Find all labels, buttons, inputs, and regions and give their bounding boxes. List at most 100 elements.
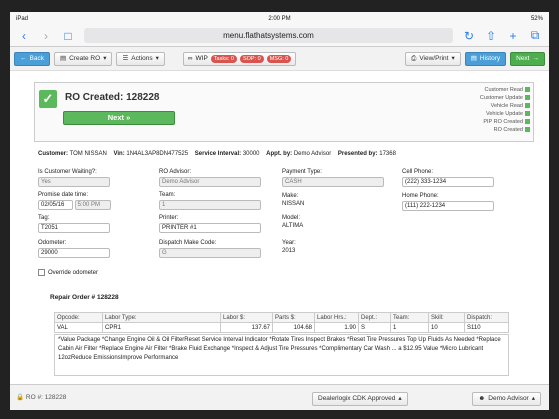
year-value: 2013 xyxy=(282,248,296,254)
override-odometer: Override odometer xyxy=(38,269,98,276)
cell-phone-field: Cell Phone: (222) 333-1234 xyxy=(402,169,494,187)
dispatch-cell: S110 xyxy=(464,322,509,333)
tasks-badge: Tasks: 0 xyxy=(210,54,237,63)
advisor-select[interactable]: Demo Advisor xyxy=(159,177,261,187)
labor-amount-cell: 137.67 xyxy=(220,322,273,333)
advisor-field: RO Advisor: Demo Advisor xyxy=(159,169,261,187)
caret-down-icon: ▾ xyxy=(451,54,455,62)
waiting-field: Is Customer Waiting?: Yes xyxy=(38,169,110,187)
presented-by: 17368 xyxy=(379,151,396,157)
advisor-menu-label: Demo Advisor xyxy=(488,395,529,402)
payment-select[interactable]: CASH xyxy=(282,177,384,187)
actions-label: Actions xyxy=(131,54,153,62)
column-header: Labor Hrs.: xyxy=(314,312,359,323)
forward-arrow-icon[interactable]: › xyxy=(40,29,52,43)
wip-label: WIP xyxy=(195,55,208,62)
app-toolbar: ← Back ▤ Create RO ▾ ☰ Actions ▾ ∞ WIP Tasks:… xyxy=(10,47,549,71)
printer-field: Printer: PRINTER #1 xyxy=(159,215,261,233)
history-button[interactable]: ▤ History xyxy=(464,51,507,66)
actions-button[interactable]: ☰ Actions ▾ xyxy=(116,51,165,66)
bookmarks-icon[interactable]: □ xyxy=(62,29,74,43)
back-button[interactable]: ← Back xyxy=(14,51,50,66)
tag-input[interactable]: T2051 xyxy=(38,223,110,233)
check-icon xyxy=(525,103,530,109)
ro-created-title: RO Created: 128228 xyxy=(65,92,160,103)
override-checkbox[interactable] xyxy=(38,269,45,276)
device-name: iPad xyxy=(16,15,29,22)
arrow-right-icon: → xyxy=(532,54,540,62)
dms-status-button[interactable]: Dealerlogix CDK Approved ▴ xyxy=(312,392,408,406)
next-label: Next xyxy=(516,54,530,62)
team-cell: 1 xyxy=(390,322,429,333)
team-field: Team: 1 xyxy=(159,192,261,210)
advisor-menu-button[interactable]: ☻ Demo Advisor ▴ xyxy=(472,392,541,406)
printer-icon: ⎙ xyxy=(411,54,417,62)
history-label: History xyxy=(479,54,501,62)
make-field: Make: NISSAN xyxy=(282,193,305,207)
check-icon xyxy=(525,119,530,125)
progress-checklist: Customer Read Customer Update Vehicle Re… xyxy=(480,86,530,134)
create-ro-button[interactable]: ▤ Create RO ▾ xyxy=(53,51,113,66)
check-item: PIP RO Created xyxy=(480,118,530,126)
view-print-label: View/Print xyxy=(419,54,449,62)
model-value: ALTIMA xyxy=(282,223,304,229)
ro-created-banner: ✓ RO Created: 128228 Next » Customer Rea… xyxy=(34,82,534,142)
wip-button[interactable]: ∞ WIP Tasks: 0 SOP: 0 MSG: 0 xyxy=(182,51,297,66)
promise-date-input[interactable]: 02/05/16 xyxy=(38,200,73,210)
vin: 1N4AL3AP8DN477525 xyxy=(126,151,189,157)
column-header: Labor Type: xyxy=(102,312,221,323)
check-item: Vehicle Read xyxy=(480,102,530,110)
dms-status-label: Dealerlogix CDK Approved xyxy=(318,395,396,402)
appt-by: Demo Advisor xyxy=(293,151,332,157)
clock: 2:00 PM xyxy=(268,15,291,22)
opcode-cell: VAL xyxy=(54,322,103,333)
check-item: Customer Read xyxy=(480,86,530,94)
share-icon[interactable]: ⇧ xyxy=(485,29,497,43)
url-field[interactable]: menu.flathatsystems.com xyxy=(84,28,453,43)
back-arrow-icon[interactable]: ‹ xyxy=(18,29,30,43)
check-item: Customer Update xyxy=(480,94,530,102)
odometer-input[interactable]: 29000 xyxy=(38,248,110,258)
home-phone-input[interactable]: (111) 222-1234 xyxy=(402,201,494,211)
column-header: Labor $: xyxy=(220,312,273,323)
labor-hours-cell: 1.90 xyxy=(314,322,359,333)
check-item: RO Created xyxy=(480,126,530,134)
promise-time-select[interactable]: 5:00 PM xyxy=(74,200,111,210)
waiting-select[interactable]: Yes xyxy=(38,177,110,187)
cell-phone-input[interactable]: (222) 333-1234 xyxy=(402,177,494,187)
view-print-button[interactable]: ⎙ View/Print ▾ xyxy=(405,51,461,66)
tabs-icon[interactable]: ⧉ xyxy=(529,28,541,43)
home-phone-field: Home Phone: (111) 222-1234 xyxy=(402,193,494,211)
next-button[interactable]: Next → xyxy=(510,51,545,66)
table-row[interactable]: VAL CPR1 137.67 104.68 1.90 S 1 10 S110 xyxy=(54,322,509,333)
team-select[interactable]: 1 xyxy=(159,200,261,210)
reload-icon[interactable]: ↻ xyxy=(463,29,475,43)
link-icon: ∞ xyxy=(187,55,193,62)
browser-toolbar: ‹ › □ menu.flathatsystems.com ↻ ⇧ + ⧉ xyxy=(10,25,549,47)
check-icon xyxy=(525,95,530,101)
column-header: Opcode: xyxy=(54,312,103,323)
service-interval: 30000 xyxy=(242,151,260,157)
odometer-field: Odometer: 29000 xyxy=(38,240,110,258)
lock-icon: 🔒 xyxy=(16,394,25,401)
customer-info-line: Customer: TOM NISSAN Vin: 1N4AL3AP8DN477… xyxy=(38,151,396,157)
printer-input[interactable]: PRINTER #1 xyxy=(159,223,261,233)
labor-table: Opcode: Labor Type: Labor $: Parts $: La… xyxy=(54,312,509,333)
back-button-label: Back xyxy=(29,54,44,62)
caret-up-icon: ▴ xyxy=(398,395,402,402)
table-header-row: Opcode: Labor Type: Labor $: Parts $: La… xyxy=(54,312,509,323)
dispatch-select[interactable]: G xyxy=(159,248,261,258)
sop-badge: SOP: 0 xyxy=(239,54,264,63)
user-icon: ☻ xyxy=(478,395,486,402)
ipad-screen: iPad 2:00 PM 52% ‹ › □ menu.flathatsyste… xyxy=(10,12,549,410)
list-icon: ☰ xyxy=(122,54,129,62)
check-item: Vehicle Update xyxy=(480,110,530,118)
banner-next-button[interactable]: Next » xyxy=(63,111,175,125)
year-field: Year: 2013 xyxy=(282,240,296,254)
skill-cell: 10 xyxy=(428,322,465,333)
dept-cell: S xyxy=(358,322,391,333)
dispatch-field: Dispatch Make Code: G xyxy=(159,240,261,258)
model-field: Model: ALTIMA xyxy=(282,215,304,229)
repair-order-title: Repair Order # 128228 xyxy=(50,294,119,301)
new-tab-icon[interactable]: + xyxy=(507,29,519,43)
